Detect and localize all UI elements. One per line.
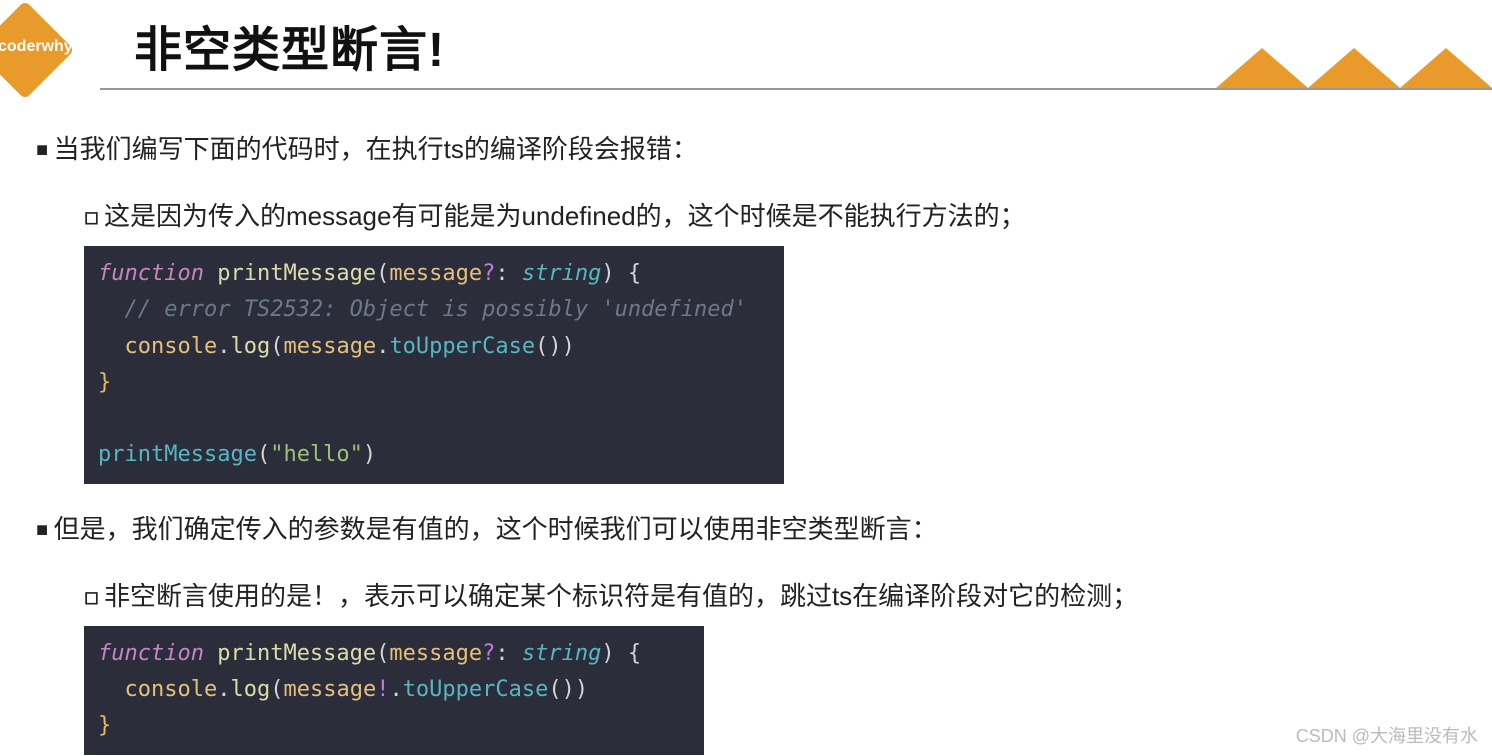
code-token: string — [522, 261, 601, 286]
watermark-text: CSDN @大海里没有水 — [1296, 722, 1478, 748]
code-token: : — [495, 641, 522, 666]
triangle-icon — [1308, 48, 1400, 88]
code-token: console — [125, 677, 218, 702]
code-token: ( — [257, 442, 270, 467]
code-token: printMessage — [217, 261, 376, 286]
code-token: ( — [376, 261, 389, 286]
code-token: . — [217, 677, 230, 702]
code-token: ? — [482, 641, 495, 666]
code-token: "hello" — [270, 442, 363, 467]
bullet-level1: 但是，我们确定传入的参数是有值的，这个时候我们可以使用非空类型断言： — [36, 510, 1462, 549]
code-token: function — [98, 641, 204, 666]
code-token: message — [389, 641, 482, 666]
code-token: ? — [482, 261, 495, 286]
header-decoration — [1112, 48, 1492, 98]
code-token: message — [389, 261, 482, 286]
code-token: . — [217, 334, 230, 359]
code-block-2: function printMessage(message?: string) … — [84, 626, 704, 755]
code-token: ( — [270, 334, 283, 359]
code-token: ! — [376, 677, 389, 702]
bullet-level2: 非空断言使用的是！，表示可以确定某个标识符是有值的，跳过ts在编译阶段对它的检测… — [84, 577, 1462, 616]
code-token: ) { — [601, 261, 641, 286]
code-token: } — [98, 713, 111, 738]
content-area: 当我们编写下面的代码时，在执行ts的编译阶段会报错： 这是因为传入的messag… — [36, 130, 1462, 755]
code-token: . — [376, 334, 389, 359]
code-token: message — [283, 334, 376, 359]
bullet-level2: 这是因为传入的message有可能是为undefined的，这个时候是不能执行方… — [84, 197, 1462, 236]
triangle-icon — [1400, 48, 1492, 88]
page-title: 非空类型断言! — [134, 10, 445, 80]
code-comment: // error TS2532: Object is possibly 'und… — [125, 297, 748, 322]
code-token: } — [98, 370, 111, 395]
code-token: console — [125, 334, 218, 359]
code-token: ()) — [548, 677, 588, 702]
code-block-1: function printMessage(message?: string) … — [84, 246, 784, 484]
code-token: log — [230, 677, 270, 702]
title-underline — [100, 88, 1492, 90]
code-token: : — [495, 261, 522, 286]
brand-logo: coderwhy — [0, 10, 80, 90]
code-token: ) { — [601, 641, 641, 666]
code-token: message — [283, 677, 376, 702]
logo-text: coderwhy — [0, 38, 73, 56]
triangle-icon — [1216, 48, 1308, 88]
bullet-level1: 当我们编写下面的代码时，在执行ts的编译阶段会报错： — [36, 130, 1462, 169]
code-token: printMessage — [217, 641, 376, 666]
code-token: ()) — [535, 334, 575, 359]
code-token: printMessage — [98, 442, 257, 467]
code-token: toUpperCase — [403, 677, 549, 702]
code-token: toUpperCase — [389, 334, 535, 359]
code-token: . — [389, 677, 402, 702]
code-token: ) — [363, 442, 376, 467]
code-token: ( — [376, 641, 389, 666]
code-token: string — [522, 641, 601, 666]
code-token: log — [230, 334, 270, 359]
code-token: ( — [270, 677, 283, 702]
code-token: function — [98, 261, 204, 286]
